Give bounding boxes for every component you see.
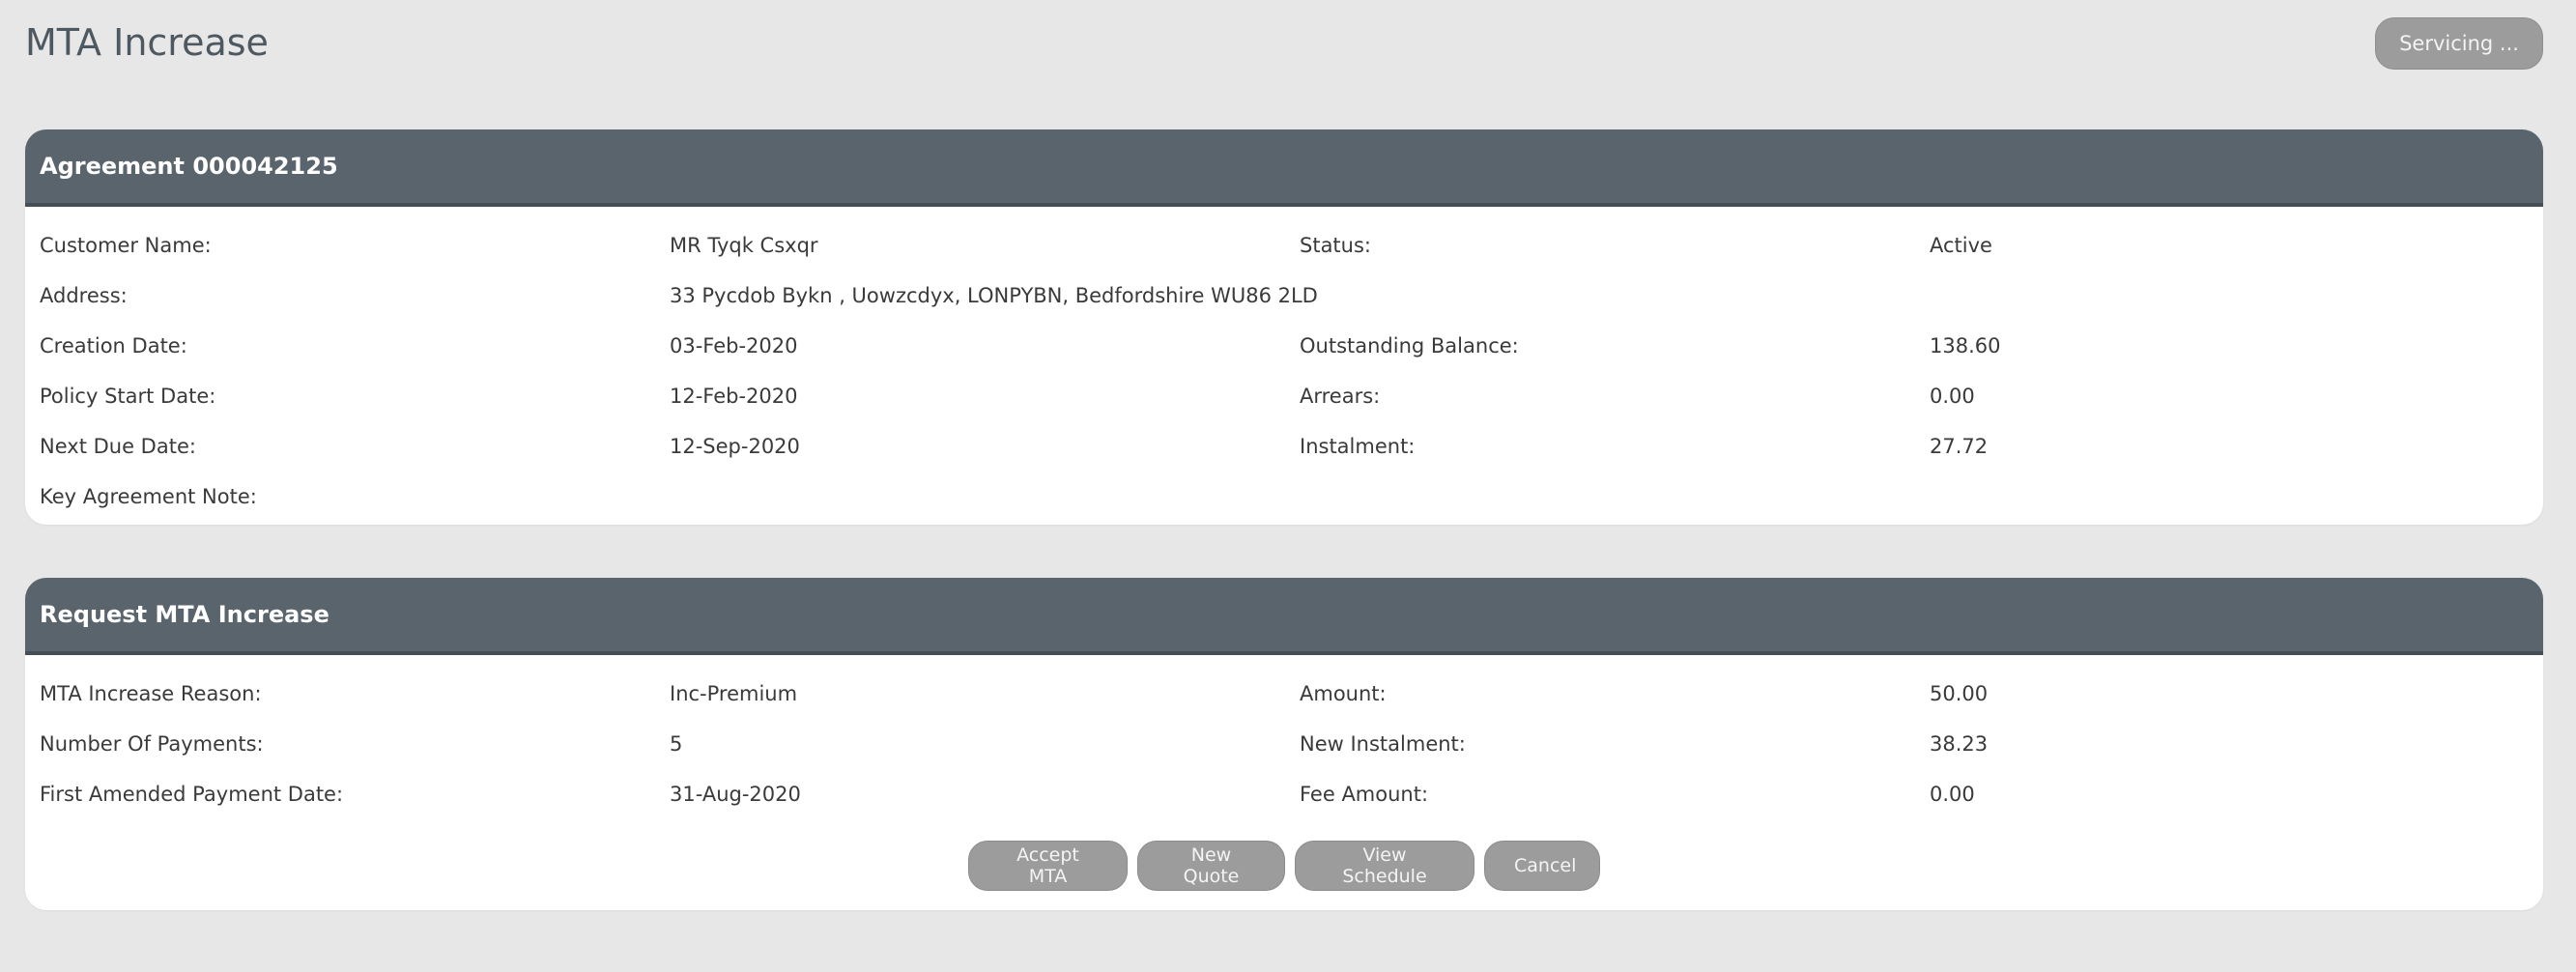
outstanding-balance-label: Outstanding Balance:: [1300, 334, 1519, 357]
creation-date-label: Creation Date:: [40, 334, 187, 357]
detail-row: Number Of Payments: 5 New Instalment: 38…: [25, 719, 2543, 769]
page-title: MTA Increase: [25, 21, 269, 64]
detail-row: Next Due Date: 12-Sep-2020 Instalment: 2…: [25, 421, 2543, 472]
first-amended-payment-date-value: 31-Aug-2020: [670, 783, 801, 806]
address-label: Address:: [40, 284, 128, 307]
detail-row: MTA Increase Reason: Inc-Premium Amount:…: [25, 669, 2543, 719]
detail-row: Address: 33 Pycdob Bykn , Uowzcdyx, LONP…: [25, 271, 2543, 321]
fee-amount-value: 0.00: [1930, 783, 1975, 806]
mta-increase-reason-label: MTA Increase Reason:: [40, 682, 262, 705]
detail-row: First Amended Payment Date: 31-Aug-2020 …: [25, 769, 2543, 819]
arrears-label: Arrears:: [1300, 385, 1381, 408]
amount-label: Amount:: [1300, 682, 1387, 705]
address-value: 33 Pycdob Bykn , Uowzcdyx, LONPYBN, Bedf…: [670, 284, 1318, 307]
key-agreement-note-label: Key Agreement Note:: [40, 485, 257, 508]
new-instalment-label: New Instalment:: [1300, 732, 1466, 756]
request-panel: Request MTA Increase MTA Increase Reason…: [25, 578, 2543, 910]
request-panel-header: Request MTA Increase: [25, 578, 2543, 655]
policy-start-date-label: Policy Start Date:: [40, 385, 216, 408]
status-label: Status:: [1300, 234, 1371, 257]
arrears-value: 0.00: [1930, 385, 1975, 408]
policy-start-date-value: 12-Feb-2020: [670, 385, 798, 408]
mta-increase-reason-value: Inc-Premium: [670, 682, 798, 705]
detail-row: Customer Name: MR Tyqk Csxqr Status: Act…: [25, 220, 2543, 271]
customer-name-label: Customer Name:: [40, 234, 212, 257]
detail-row: Creation Date: 03-Feb-2020 Outstanding B…: [25, 321, 2543, 371]
next-due-date-value: 12-Sep-2020: [670, 435, 800, 458]
agreement-title: Agreement 000042125: [40, 153, 338, 180]
agreement-details: Customer Name: MR Tyqk Csxqr Status: Act…: [25, 207, 2543, 522]
new-quote-button[interactable]: New Quote: [1137, 841, 1285, 891]
action-buttons: Accept MTA New Quote View Schedule Cance…: [25, 841, 2543, 891]
creation-date-value: 03-Feb-2020: [670, 334, 798, 357]
view-schedule-button[interactable]: View Schedule: [1295, 841, 1474, 891]
status-value: Active: [1930, 234, 1992, 257]
new-instalment-value: 38.23: [1930, 732, 1989, 756]
instalment-value: 27.72: [1930, 435, 1989, 458]
accept-mta-button[interactable]: Accept MTA: [968, 841, 1128, 891]
cancel-button[interactable]: Cancel: [1484, 841, 1600, 891]
first-amended-payment-date-label: First Amended Payment Date:: [40, 783, 344, 806]
agreement-panel-header: Agreement 000042125: [25, 129, 2543, 207]
number-of-payments-label: Number Of Payments:: [40, 732, 264, 756]
instalment-label: Instalment:: [1300, 435, 1416, 458]
servicing-button[interactable]: Servicing ...: [2375, 17, 2543, 70]
request-details: MTA Increase Reason: Inc-Premium Amount:…: [25, 655, 2543, 819]
amount-value: 50.00: [1930, 682, 1989, 705]
detail-row: Policy Start Date: 12-Feb-2020 Arrears: …: [25, 371, 2543, 421]
outstanding-balance-value: 138.60: [1930, 334, 2001, 357]
number-of-payments-value: 5: [670, 732, 683, 756]
request-title: Request MTA Increase: [40, 601, 329, 628]
agreement-panel: Agreement 000042125 Customer Name: MR Ty…: [25, 129, 2543, 525]
customer-name-value: MR Tyqk Csxqr: [670, 234, 818, 257]
fee-amount-label: Fee Amount:: [1300, 783, 1429, 806]
detail-row: Key Agreement Note:: [25, 472, 2543, 522]
next-due-date-label: Next Due Date:: [40, 435, 196, 458]
